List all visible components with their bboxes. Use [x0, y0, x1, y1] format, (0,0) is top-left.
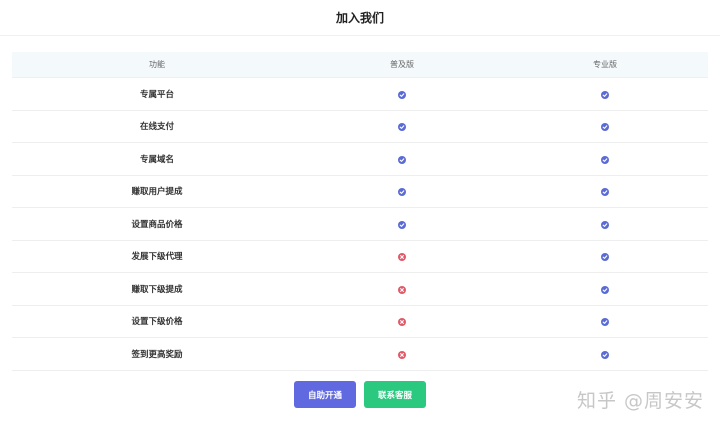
basic-plan-cell: [302, 117, 502, 136]
check-circle-icon: [601, 318, 609, 327]
table-row: 签到更高奖励: [12, 338, 708, 371]
table-row: 专属域名: [12, 143, 708, 176]
feature-name: 赚取用户提成: [131, 187, 183, 198]
cross-circle-icon: [398, 318, 406, 327]
page-title: 加入我们: [335, 11, 384, 25]
table-header: 功能 普及版 专业版: [12, 52, 708, 78]
check-circle-icon: [398, 123, 406, 132]
pro-plan-cell: [502, 312, 708, 331]
table-row: 发展下级代理: [12, 241, 708, 273]
feature-name: 在线支付: [139, 122, 174, 133]
basic-plan-cell: [302, 279, 502, 298]
basic-plan-cell: [302, 344, 502, 363]
feature-name: 专属域名: [139, 154, 174, 165]
check-circle-icon: [398, 220, 406, 229]
check-circle-icon: [398, 155, 406, 164]
feature-name: 发展下级代理: [131, 252, 183, 263]
table-row: 在线支付: [12, 111, 708, 143]
basic-plan-cell: [302, 312, 502, 331]
feature-name: 签到更高奖励: [131, 349, 183, 360]
pro-plan-cell: [502, 182, 708, 201]
table-row: 赚取下级提成: [12, 273, 708, 306]
basic-plan-cell: [302, 84, 502, 103]
feature-name: 专属平台: [139, 89, 174, 100]
feature-name: 设置商品价格: [131, 219, 183, 230]
basic-plan-cell: [302, 182, 502, 201]
table-body: 专属平台在线支付专属域名赚取用户提成 设置商品价格 发展下级代理 赚取下级提成 设置下级…: [12, 78, 708, 371]
basic-plan-cell: [302, 149, 502, 168]
table-row: 设置下级价格: [12, 306, 708, 338]
cross-circle-icon: [398, 253, 406, 262]
check-circle-icon: [601, 188, 609, 197]
basic-plan-cell: [302, 214, 502, 233]
table-row: 赚取用户提成: [12, 176, 708, 208]
check-circle-icon: [601, 90, 609, 99]
table-row: 设置商品价格: [12, 208, 708, 241]
feature-name: 赚取下级提成: [131, 284, 183, 295]
column-header-pro: 专业版: [593, 60, 617, 69]
self-activate-button[interactable]: 自助开通: [294, 381, 356, 408]
basic-plan-cell: [302, 247, 502, 266]
check-circle-icon: [601, 123, 609, 132]
column-header-basic: 普及版: [390, 60, 414, 69]
check-circle-icon: [601, 350, 609, 359]
feature-comparison-table: 功能 普及版 专业版 专属平台在线支付专属域名赚取用户提成 设置商品价格 发展下级代…: [12, 52, 708, 371]
watermark: 知乎 @周安安: [576, 390, 704, 412]
pro-plan-cell: [502, 247, 708, 266]
pro-plan-cell: [502, 117, 708, 136]
check-circle-icon: [601, 155, 609, 164]
check-circle-icon: [398, 188, 406, 197]
check-circle-icon: [601, 253, 609, 262]
pro-plan-cell: [502, 214, 708, 233]
cross-circle-icon: [398, 350, 406, 359]
column-header-feature: 功能: [149, 60, 165, 69]
table-row: 专属平台: [12, 78, 708, 111]
cross-circle-icon: [398, 285, 406, 294]
contact-support-button[interactable]: 联系客服: [364, 381, 426, 408]
pro-plan-cell: [502, 84, 708, 103]
check-circle-icon: [398, 90, 406, 99]
pro-plan-cell: [502, 279, 708, 298]
feature-name: 设置下级价格: [131, 317, 183, 328]
page-header: 加入我们: [0, 0, 720, 36]
check-circle-icon: [601, 285, 609, 294]
check-circle-icon: [601, 220, 609, 229]
pro-plan-cell: [502, 149, 708, 168]
pro-plan-cell: [502, 344, 708, 363]
